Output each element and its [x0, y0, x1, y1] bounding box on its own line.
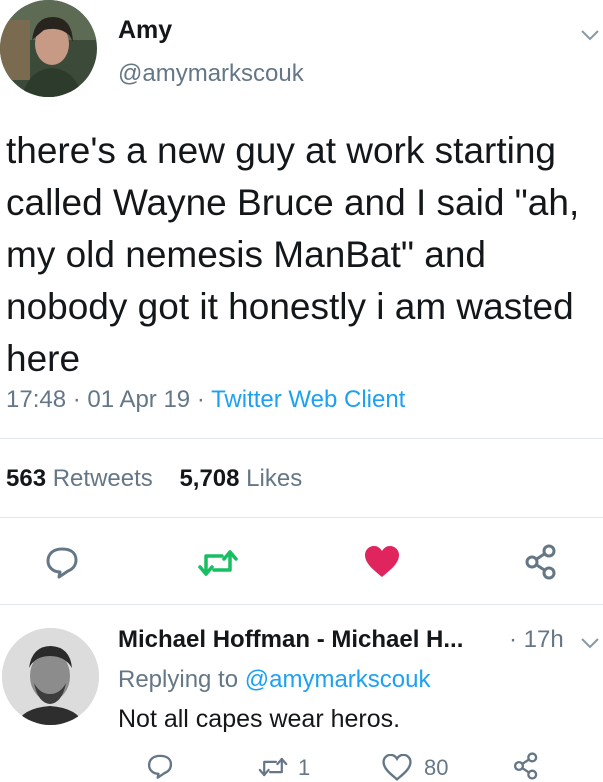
author-avatar[interactable] [0, 0, 97, 97]
chevron-down-icon[interactable] [580, 636, 600, 650]
reply-retweet-count: 1 [298, 755, 311, 780]
retweets-count: 563 [6, 465, 47, 492]
retweets-stat[interactable]: 563 Retweets [6, 465, 153, 492]
heart-icon[interactable] [363, 545, 401, 579]
share-nodes-icon[interactable] [512, 752, 540, 780]
divider [0, 517, 603, 518]
author-handle[interactable]: @amymarkscouk [118, 60, 304, 88]
reply-text: Not all capes wear heros. [118, 705, 401, 733]
meta-separator: · [196, 386, 205, 413]
tweet-meta: 17:48 · 01 Apr 19 · Twitter Web Client [6, 386, 405, 414]
retweet-arrows-icon[interactable] [258, 756, 288, 778]
likes-count: 5,708 [179, 465, 240, 492]
divider [0, 604, 603, 605]
reply-author-name[interactable]: Michael Hoffman - Michael H... [118, 626, 463, 654]
tweet-date[interactable]: 01 Apr 19 [87, 386, 190, 413]
heart-icon[interactable] [382, 754, 412, 781]
likes-label: Likes [246, 465, 303, 492]
tweet-text: there's a new guy at work starting calle… [6, 130, 580, 379]
reply-time[interactable]: · 17h [509, 626, 564, 654]
reply-author-avatar[interactable] [2, 628, 99, 725]
tweet-stats: 563 Retweets 5,708 Likes [6, 465, 302, 493]
reply-bubble-icon[interactable] [146, 752, 174, 780]
tweet-time[interactable]: 17:48 [6, 386, 66, 413]
retweets-label: Retweets [52, 465, 153, 492]
share-nodes-icon[interactable] [523, 544, 559, 580]
reply-bubble-icon[interactable] [44, 544, 80, 580]
likes-stat[interactable]: 5,708 Likes [179, 465, 302, 492]
chevron-down-icon[interactable] [580, 28, 600, 42]
meta-separator: · [72, 386, 81, 413]
replying-prefix: Replying to [118, 666, 239, 693]
divider [0, 438, 603, 439]
author-display-name[interactable]: Amy [118, 16, 172, 45]
reply-like-count: 80 [424, 755, 449, 780]
tweet-client-link[interactable]: Twitter Web Client [211, 386, 405, 413]
replying-handle-link[interactable]: @amymarkscouk [245, 666, 431, 693]
replying-to: Replying to @amymarkscouk [118, 666, 430, 694]
retweet-arrows-icon[interactable] [198, 548, 238, 578]
